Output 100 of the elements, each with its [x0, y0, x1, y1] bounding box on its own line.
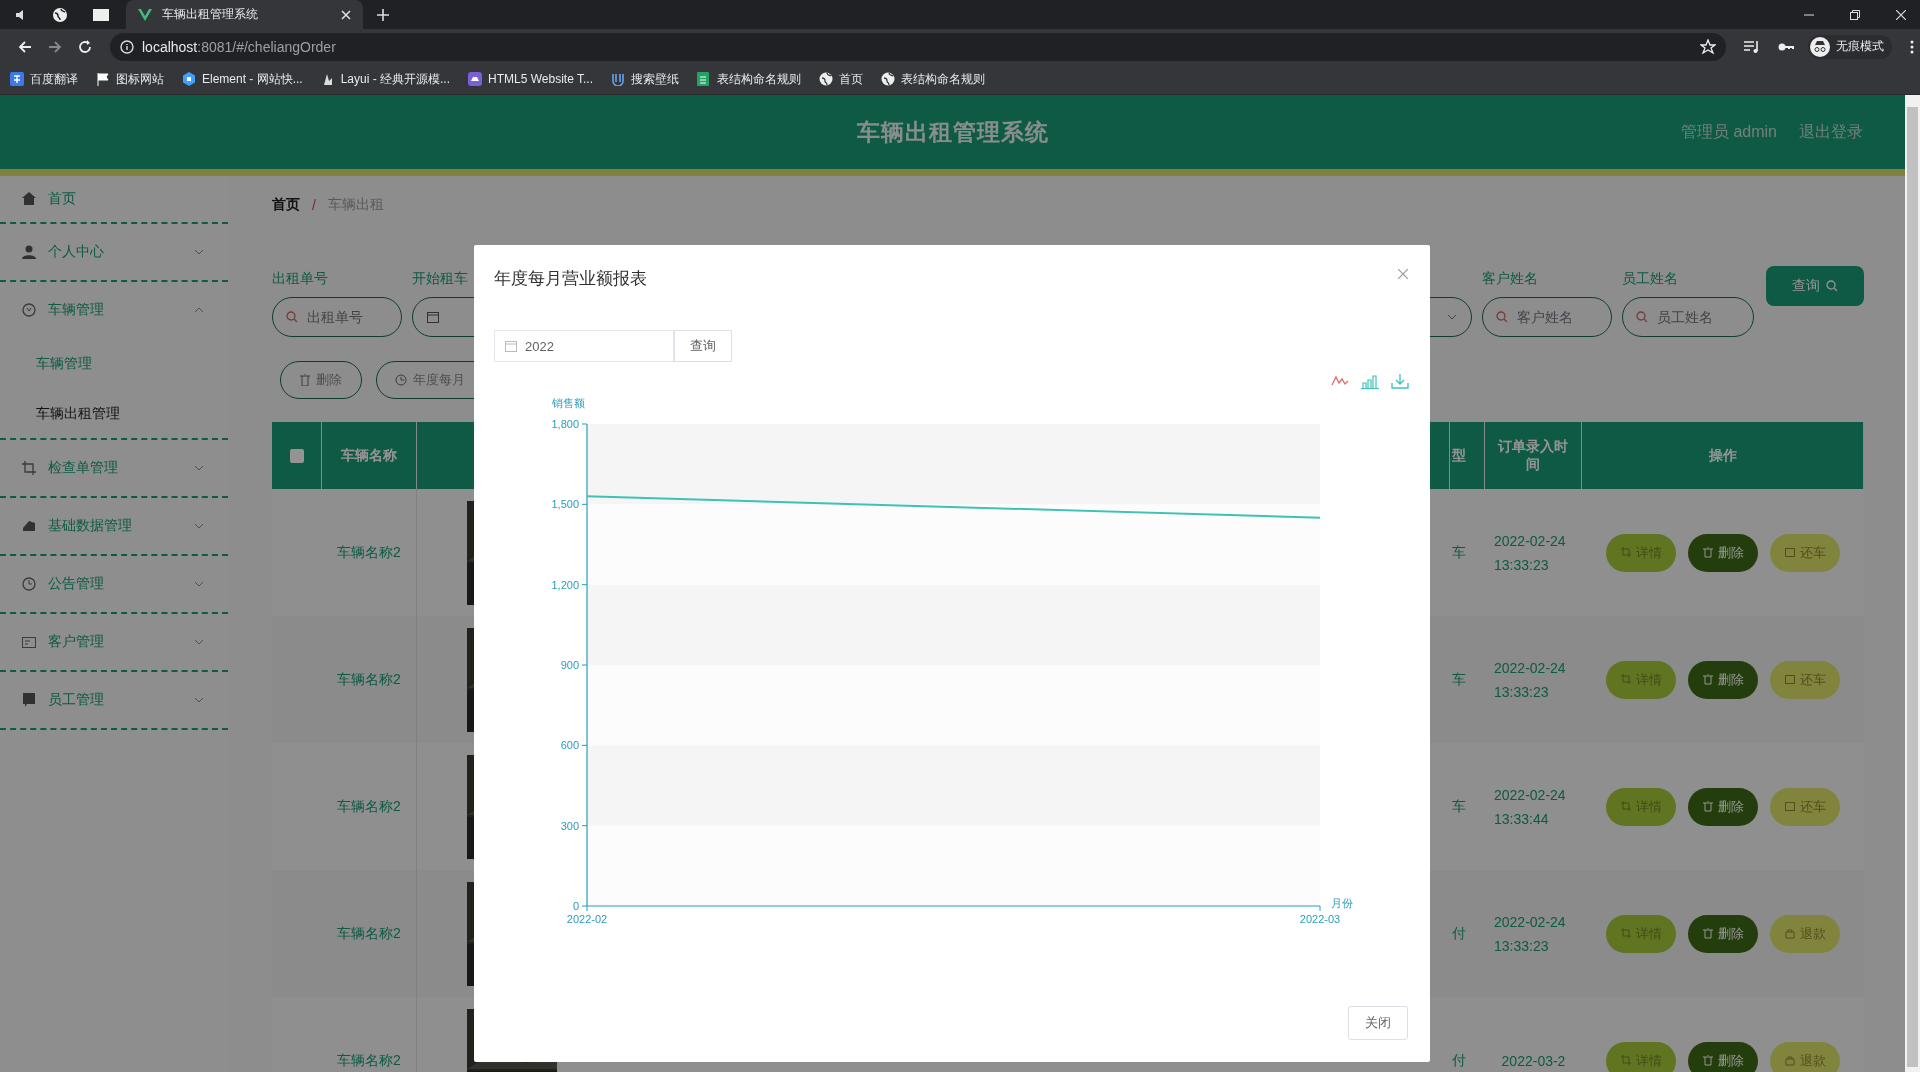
row-action-button[interactable]: 删除	[1688, 1041, 1758, 1072]
sidebar-item[interactable]: 公告管理	[0, 556, 228, 612]
trash-icon	[300, 374, 310, 386]
sidebar-item[interactable]: 基础数据管理	[0, 498, 228, 554]
table-cell: 车	[1452, 543, 1466, 562]
bookmark[interactable]: 首页	[819, 70, 863, 88]
calendar-icon	[505, 340, 517, 352]
y-tick-label: 300	[560, 819, 579, 832]
trash-icon	[1702, 673, 1713, 686]
row-action-button[interactable]: 删除	[1688, 914, 1758, 953]
back-icon[interactable]	[18, 39, 32, 54]
info-icon	[120, 39, 134, 54]
breadcrumb-separator: /	[312, 197, 316, 213]
search-button[interactable]: 查询	[1766, 266, 1864, 306]
sidebar-item[interactable]: 客户管理	[0, 614, 228, 670]
year-field[interactable]: 2022	[494, 330, 674, 362]
table-cell: 车辆名称2	[337, 543, 401, 562]
bookmark[interactable]: 搜索壁纸	[611, 70, 679, 88]
trash-icon	[1702, 800, 1713, 813]
close-button[interactable]: 关闭	[1348, 1006, 1408, 1040]
trash-icon	[1702, 1054, 1713, 1067]
y-tick-label: 1,500	[551, 498, 579, 511]
sidebar-item[interactable]: 车辆管理	[0, 282, 228, 338]
crop-icon	[1620, 1054, 1631, 1067]
globe-icon	[819, 72, 833, 86]
sidebar-subitem[interactable]: 车辆出租管理	[0, 388, 228, 438]
bookmark[interactable]: HTML5 Website T...	[468, 72, 593, 86]
clock-icon	[22, 303, 36, 317]
y-tick-label: 0	[572, 900, 579, 912]
hexagon-icon	[182, 72, 196, 86]
playlist-icon[interactable]	[1744, 39, 1760, 54]
search-icon	[1496, 311, 1508, 323]
new-tab-icon[interactable]	[377, 8, 389, 21]
restore-icon[interactable]	[1850, 9, 1860, 20]
star-icon[interactable]	[1700, 38, 1716, 55]
table-cell-text: 2022-03-2	[1500, 1051, 1567, 1071]
logout-link[interactable]: 退出登录	[1799, 121, 1863, 143]
table-cell-text: 2022-02-24 13:33:23	[1493, 531, 1567, 575]
dialog-title: 年度每月营业额报表	[494, 268, 647, 290]
row-action-button[interactable]: 删除	[1688, 787, 1758, 826]
globe-icon[interactable]	[52, 6, 68, 23]
bookmark[interactable]: 图标网站	[96, 70, 164, 88]
field-label: 出租单号	[272, 269, 328, 288]
browser-tab[interactable]: 车辆出租管理系统	[126, 0, 363, 29]
bookmark[interactable]: Layui - 经典开源模...	[320, 70, 451, 88]
crop-icon	[22, 461, 36, 475]
sidebar-subitem[interactable]: 车辆管理	[0, 338, 228, 388]
sidebar-item[interactable]: 检查单管理	[0, 440, 228, 496]
user-label: 管理员 admin	[1680, 121, 1777, 142]
sidebar-item[interactable]: 员工管理	[0, 672, 228, 728]
input-field[interactable]: 出租单号	[272, 297, 402, 337]
input-field[interactable]: 员工姓名	[1622, 297, 1754, 337]
query-button[interactable]: 查询	[674, 330, 732, 362]
table-cell: 付	[1452, 1051, 1466, 1070]
row-action-button[interactable]: 删除	[1688, 533, 1758, 572]
select-all-checkbox[interactable]	[289, 448, 304, 463]
window-icon[interactable]	[92, 7, 110, 22]
more-icon[interactable]	[1910, 39, 1914, 54]
bookmark[interactable]: 表结构命名规则	[697, 70, 801, 88]
crop-icon	[1620, 800, 1631, 813]
action-button[interactable]: 删除	[280, 361, 362, 399]
scrollbar-thumb[interactable]	[1907, 107, 1918, 1067]
sidebar-item[interactable]: 个人中心	[0, 224, 228, 280]
row-action-button[interactable]: 删除	[1688, 660, 1758, 699]
table-cell: 付	[1452, 924, 1466, 943]
field-label: 员工姓名	[1622, 269, 1678, 288]
bookmark[interactable]: Element - 网站快...	[182, 70, 303, 88]
table-cell: 车	[1452, 797, 1466, 816]
trash-icon	[1702, 546, 1713, 559]
trash-icon	[1702, 927, 1713, 940]
sidebar-item[interactable]: 首页	[0, 176, 228, 222]
contact-icon	[22, 693, 36, 707]
address-bar[interactable]: localhost:8081/#/cheliangOrder	[110, 32, 1726, 61]
input-field[interactable]: 客户姓名	[1482, 297, 1612, 337]
y-axis-title: 销售额	[551, 397, 585, 409]
y-tick-label: 1,200	[551, 578, 579, 591]
crop-icon	[1620, 927, 1631, 940]
search-icon	[1826, 280, 1838, 292]
profile-button[interactable]: 无痕模式	[1808, 34, 1892, 59]
reload-icon[interactable]	[78, 39, 92, 54]
key-icon[interactable]	[1778, 41, 1794, 52]
forward-icon[interactable]	[48, 39, 62, 54]
column-header: 订单录入时间	[1496, 437, 1569, 474]
square-icon	[1784, 673, 1795, 686]
url-text: localhost:8081/#/cheliangOrder	[142, 38, 337, 55]
bookmark[interactable]: 百度翻译	[10, 70, 78, 88]
sheet-icon	[697, 72, 711, 86]
x-tick-label: 2022-02	[566, 913, 608, 925]
x-tick-label: 2022-03	[1299, 913, 1341, 925]
chevron-down-icon	[1447, 314, 1457, 320]
vue-logo-icon	[138, 8, 152, 21]
crop-icon	[1620, 673, 1631, 686]
field-label: 开始租车	[412, 269, 468, 288]
globe-icon	[881, 72, 895, 86]
window-icon	[468, 72, 483, 86]
column-header: 操作	[1707, 446, 1738, 465]
x-axis-title: 月份	[1331, 897, 1353, 909]
bookmark[interactable]: 表结构命名规则	[881, 70, 985, 88]
breadcrumb-link[interactable]: 首页	[272, 196, 300, 214]
scrollbar[interactable]	[1905, 95, 1920, 1072]
